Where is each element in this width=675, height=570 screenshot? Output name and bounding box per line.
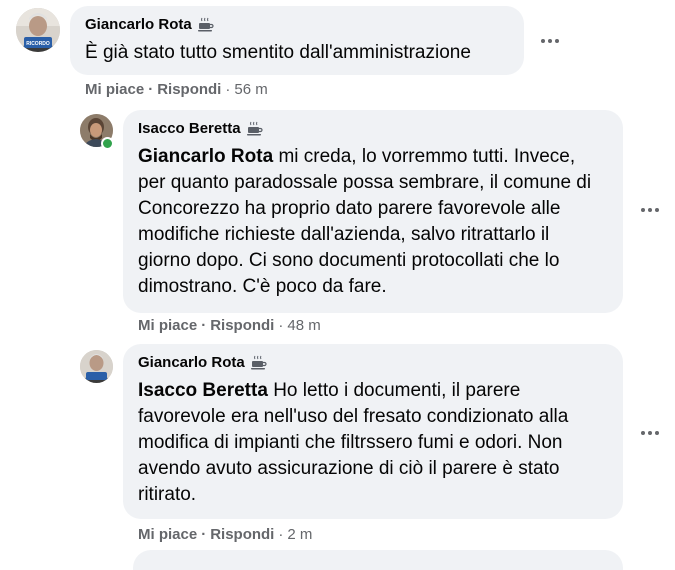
comment-text: Isacco Beretta Ho letto i documenti, il …: [138, 378, 607, 508]
comment-bubble: Isacco Beretta Giancarlo Rota mi creda, …: [123, 110, 623, 313]
comment-text: È già stato tutto smentito dall'amminist…: [85, 40, 508, 66]
coffee-cup-icon: [250, 355, 267, 370]
comment-bubble: Giancarlo Rota È già stato tutto smentit…: [70, 6, 524, 75]
comment-time[interactable]: 48 m: [287, 317, 320, 334]
author-name[interactable]: Giancarlo Rota: [138, 354, 245, 372]
author-name[interactable]: Giancarlo Rota: [85, 16, 192, 34]
comment-actions: Mi piace · Rispondi · 56 m: [85, 81, 268, 98]
like-link[interactable]: Mi piace: [138, 526, 197, 543]
reply-link[interactable]: Rispondi: [210, 317, 274, 334]
mention-link[interactable]: Giancarlo Rota: [138, 146, 273, 167]
online-status-indicator: [101, 137, 114, 150]
comment-author[interactable]: Giancarlo Rota: [85, 16, 508, 34]
comment-actions: Mi piace · Rispondi · 48 m: [138, 317, 321, 334]
coffee-cup-icon: [197, 17, 214, 32]
reply-link[interactable]: Rispondi: [157, 81, 221, 98]
comment-body: È già stato tutto smentito dall'amminist…: [85, 42, 471, 63]
comment-author[interactable]: Giancarlo Rota: [138, 354, 607, 372]
reply-link[interactable]: Rispondi: [210, 526, 274, 543]
profile-photo: RICORDO: [16, 8, 60, 52]
comment-time[interactable]: 56 m: [234, 81, 267, 98]
more-options-icon[interactable]: [636, 419, 664, 447]
avatar-giancarlo-rota[interactable]: RICORDO: [16, 8, 60, 52]
comment-body: mi creda, lo vorremmo tutti. Invece, per…: [138, 146, 592, 297]
profile-photo: [80, 350, 113, 383]
avatar-giancarlo-rota[interactable]: [80, 350, 113, 383]
comment-author[interactable]: Isacco Beretta: [138, 120, 607, 138]
like-link[interactable]: Mi piace: [85, 81, 144, 98]
like-link[interactable]: Mi piace: [138, 317, 197, 334]
avatar-badge-text: RICORDO: [26, 41, 50, 47]
coffee-cup-icon: [246, 121, 263, 136]
next-comment-bubble-partial: [133, 550, 623, 570]
comment-text: Giancarlo Rota mi creda, lo vorremmo tut…: [138, 144, 607, 300]
comment-bubble: Giancarlo Rota Isacco Beretta Ho letto i…: [123, 344, 623, 519]
mention-link[interactable]: Isacco Beretta: [138, 380, 268, 401]
comment-time[interactable]: 2 m: [287, 526, 312, 543]
more-options-icon[interactable]: [636, 196, 664, 224]
more-options-icon[interactable]: [536, 27, 564, 55]
comment-actions: Mi piace · Rispondi · 2 m: [138, 526, 313, 543]
author-name[interactable]: Isacco Beretta: [138, 120, 241, 138]
